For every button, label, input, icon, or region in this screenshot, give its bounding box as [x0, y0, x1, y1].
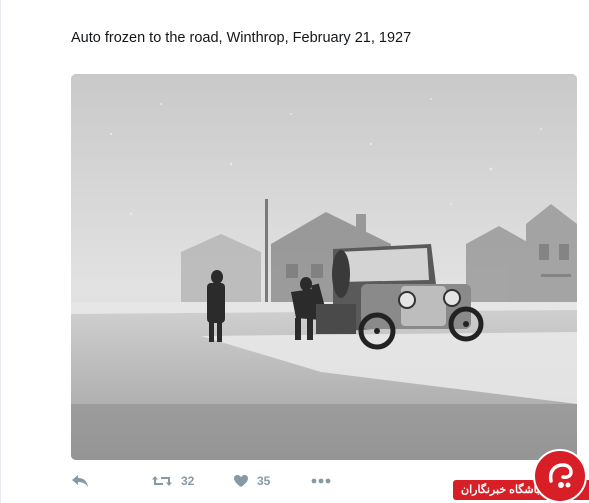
watermark: باشگاه خبرنگاران [449, 437, 589, 503]
more-icon [311, 478, 331, 484]
tweet-actions: 32 35 [71, 470, 331, 492]
photo-frozen-auto [71, 74, 577, 460]
retweet-count: 32 [181, 474, 195, 488]
like-button[interactable]: 35 [233, 474, 311, 488]
more-button[interactable] [311, 478, 331, 484]
watermark-logo-icon [533, 449, 587, 503]
like-count: 35 [257, 474, 271, 488]
retweet-icon [151, 474, 173, 488]
timeline-divider [0, 0, 1, 503]
tweet: Auto frozen to the road, Winthrop, Febru… [0, 0, 589, 503]
retweet-button[interactable]: 32 [151, 474, 233, 488]
heart-icon [233, 474, 249, 488]
tweet-text: Auto frozen to the road, Winthrop, Febru… [71, 30, 412, 46]
reply-button[interactable] [71, 474, 151, 488]
tweet-photo[interactable] [71, 74, 577, 460]
reply-icon [71, 474, 89, 488]
